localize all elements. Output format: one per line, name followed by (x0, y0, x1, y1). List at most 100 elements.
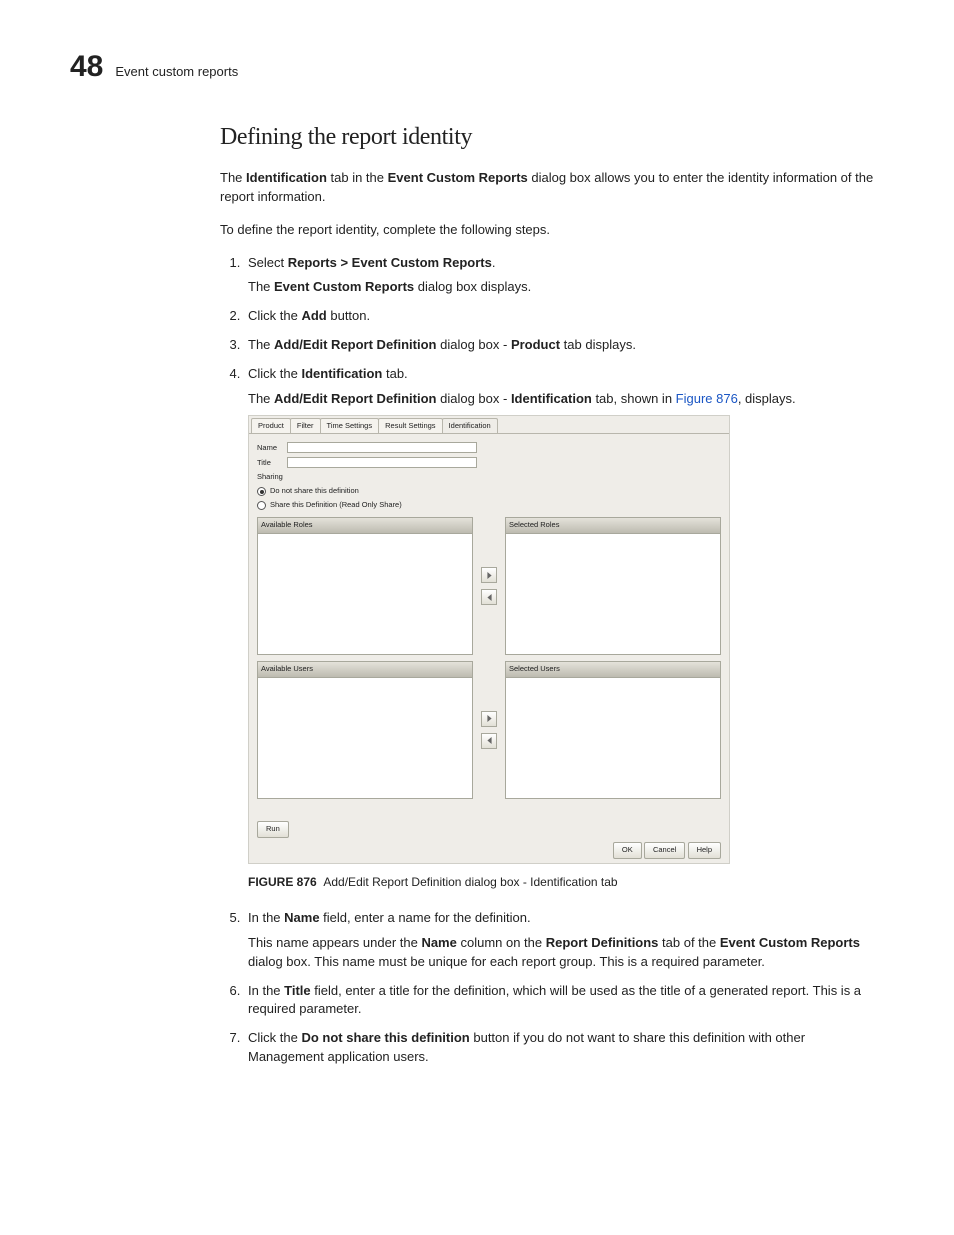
radio-label: Do not share this definition (270, 486, 359, 497)
available-users-header: Available Users (257, 661, 473, 677)
step-3: The Add/Edit Report Definition dialog bo… (244, 336, 884, 355)
radio-share-readonly[interactable]: Share this Definition (Read Only Share) (257, 500, 721, 511)
step-1: Select Reports > Event Custom Reports. T… (244, 254, 884, 298)
available-roles-list[interactable] (257, 533, 473, 655)
radio-icon (257, 487, 266, 496)
selected-roles-list[interactable] (505, 533, 721, 655)
text: tab, shown in (592, 391, 676, 406)
text: field, enter a name for the definition. (320, 910, 531, 925)
text: column on the (457, 935, 546, 950)
move-left-button[interactable] (481, 733, 497, 749)
dialog-tabs: Product Filter Time Settings Result Sett… (249, 416, 729, 434)
roles-transfer: Available Roles Selected Roles (257, 517, 721, 655)
strong-event-custom-reports: Event Custom Reports (388, 170, 528, 185)
text: Click the (248, 308, 301, 323)
run-button[interactable]: Run (257, 821, 289, 838)
strong-identification: Identification (511, 391, 592, 406)
title-label: Title (257, 458, 287, 469)
add-edit-report-dialog: Product Filter Time Settings Result Sett… (248, 415, 730, 864)
ok-button[interactable]: OK (613, 842, 642, 859)
strong-identification: Identification (246, 170, 327, 185)
sharing-label: Sharing (257, 472, 721, 483)
text: Select (248, 255, 288, 270)
radio-label: Share this Definition (Read Only Share) (270, 500, 402, 511)
move-right-button[interactable] (481, 711, 497, 727)
page: 48 Event custom reports Defining the rep… (0, 0, 954, 1137)
tab-product[interactable]: Product (251, 418, 291, 434)
intro-paragraph-1: The Identification tab in the Event Cust… (220, 169, 884, 207)
step-list: Select Reports > Event Custom Reports. T… (220, 254, 884, 1067)
chevron-left-icon (486, 594, 493, 601)
tab-filter[interactable]: Filter (290, 418, 321, 434)
figure-link[interactable]: Figure 876 (676, 391, 738, 406)
figure-number: FIGURE 876 (248, 875, 317, 889)
section-name: Event custom reports (115, 64, 238, 79)
figure-caption: FIGURE 876 Add/Edit Report Definition di… (248, 874, 884, 891)
step-6: In the Title field, enter a title for th… (244, 982, 884, 1020)
step-5: In the Name field, enter a name for the … (244, 909, 884, 972)
available-roles-header: Available Roles (257, 517, 473, 533)
figure-caption-text: Add/Edit Report Definition dialog box - … (323, 875, 617, 889)
text: The (248, 391, 274, 406)
text: field, enter a title for the definition,… (248, 983, 861, 1017)
text: Click the (248, 366, 301, 381)
strong-report-definitions: Report Definitions (546, 935, 659, 950)
text: This name appears under the (248, 935, 421, 950)
text: dialog box - (437, 391, 511, 406)
text: , displays. (738, 391, 796, 406)
text: dialog box displays. (414, 279, 531, 294)
strong-do-not-share: Do not share this definition (301, 1030, 469, 1045)
intro-paragraph-2: To define the report identity, complete … (220, 221, 884, 240)
strong-event-custom-reports: Event Custom Reports (274, 279, 414, 294)
help-button[interactable]: Help (688, 842, 721, 859)
name-label: Name (257, 443, 287, 454)
strong-add-edit-def: Add/Edit Report Definition (274, 391, 436, 406)
text: Click the (248, 1030, 301, 1045)
tab-identification[interactable]: Identification (442, 418, 498, 434)
chevron-left-icon (486, 737, 493, 744)
radio-do-not-share[interactable]: Do not share this definition (257, 486, 721, 497)
selected-roles-header: Selected Roles (505, 517, 721, 533)
chapter-number: 48 (70, 50, 103, 84)
text: dialog box. This name must be unique for… (248, 954, 765, 969)
text: The (220, 170, 246, 185)
text: tab. (382, 366, 407, 381)
strong-title: Title (284, 983, 311, 998)
step-4: Click the Identification tab. The Add/Ed… (244, 365, 884, 891)
text: dialog box - (437, 337, 511, 352)
text: tab displays. (560, 337, 636, 352)
move-right-button[interactable] (481, 567, 497, 583)
text: . (492, 255, 496, 270)
content-column: Defining the report identity The Identif… (220, 124, 884, 1067)
tab-result-settings[interactable]: Result Settings (378, 418, 442, 434)
selected-users-list[interactable] (505, 677, 721, 799)
page-header: 48 Event custom reports (70, 50, 884, 84)
text: The (248, 279, 274, 294)
strong-add: Add (301, 308, 326, 323)
step-2: Click the Add button. (244, 307, 884, 326)
strong-event-custom-reports: Event Custom Reports (720, 935, 860, 950)
section-heading: Defining the report identity (220, 124, 884, 151)
strong-identification: Identification (301, 366, 382, 381)
text: In the (248, 910, 284, 925)
name-input[interactable] (287, 442, 477, 453)
strong-menu-path: Reports > Event Custom Reports (288, 255, 492, 270)
selected-users-header: Selected Users (505, 661, 721, 677)
chevron-right-icon (486, 715, 493, 722)
strong-name: Name (421, 935, 456, 950)
available-users-list[interactable] (257, 677, 473, 799)
text: In the (248, 983, 284, 998)
move-left-button[interactable] (481, 589, 497, 605)
text: The (248, 337, 274, 352)
title-input[interactable] (287, 457, 477, 468)
strong-product: Product (511, 337, 560, 352)
chevron-right-icon (486, 572, 493, 579)
text: button. (327, 308, 370, 323)
text: tab in the (327, 170, 388, 185)
strong-name: Name (284, 910, 319, 925)
step-7: Click the Do not share this definition b… (244, 1029, 884, 1067)
dialog-tab-body: Name Title Sharing Do not share this def… (249, 433, 729, 806)
tab-time-settings[interactable]: Time Settings (320, 418, 380, 434)
cancel-button[interactable]: Cancel (644, 842, 685, 859)
strong-add-edit-def: Add/Edit Report Definition (274, 337, 436, 352)
